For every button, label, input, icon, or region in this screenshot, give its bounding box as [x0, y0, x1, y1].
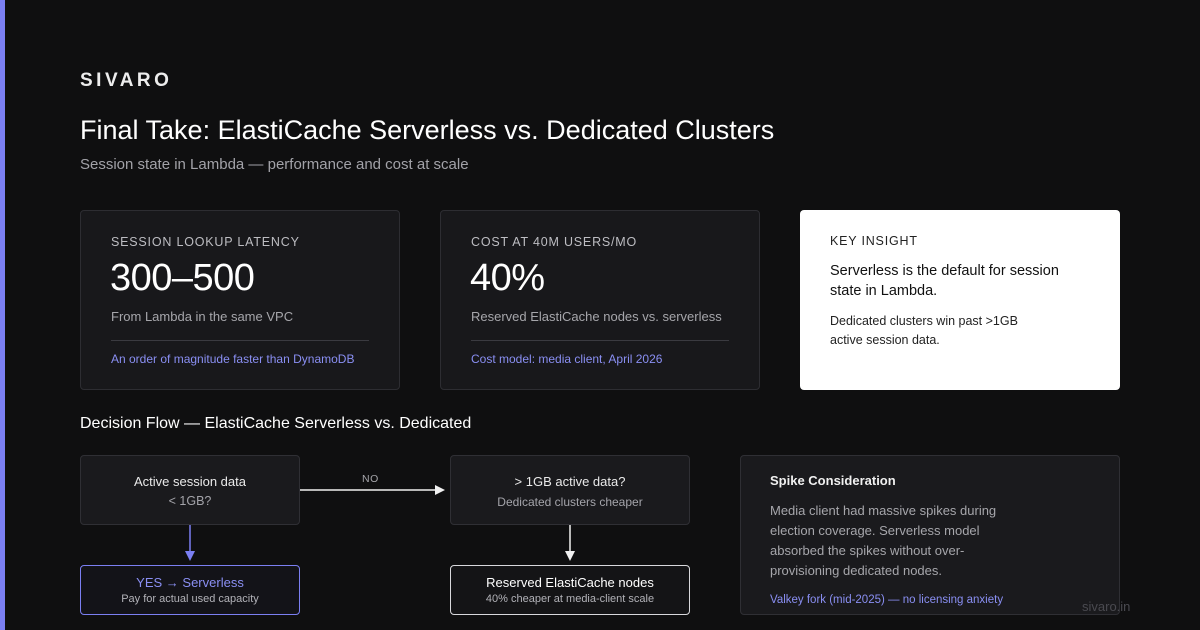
- flow-node-serverless-line1: YES → Serverless: [136, 575, 244, 590]
- insight-kicker: KEY INSIGHT: [830, 234, 918, 248]
- decision-flow-title: Decision Flow — ElastiCache Serverless v…: [80, 415, 472, 432]
- latency-card-divider: [111, 340, 369, 341]
- reserved-arrow: [565, 525, 575, 561]
- insight-body: Dedicated clusters win past >1GB active …: [830, 314, 1018, 347]
- cost-card-divider: [471, 340, 729, 341]
- spike-heading: Spike Consideration: [770, 473, 896, 488]
- flow-node-serverless-line2: Pay for actual used capacity: [121, 593, 259, 605]
- spike-footer: Valkey fork (mid-2025) — no licensing an…: [770, 594, 1004, 606]
- no-branch-label: NO: [362, 473, 379, 485]
- flow-node-over-1gb-line1: > 1GB active data?: [514, 474, 626, 489]
- flow-node-serverless: YES → Serverless Pay for actual used cap…: [80, 565, 300, 615]
- flow-node-start: Active session data < 1GB?: [80, 455, 300, 525]
- key-insight-card: KEY INSIGHT Serverless is the default fo…: [800, 210, 1120, 390]
- spike-body: Media client had massive spikes during e…: [770, 503, 997, 578]
- yes-arrow: [185, 525, 195, 561]
- cost-card-description: Reserved ElastiCache nodes vs. serverles…: [471, 309, 722, 324]
- latency-card-note: An order of magnitude faster than Dynamo…: [111, 352, 355, 366]
- flow-node-start-line2: < 1GB?: [168, 494, 212, 508]
- cost-card-kicker: COST AT 40M USERS/MO: [471, 235, 638, 249]
- flow-node-reserved-line2: 40% cheaper at media-client scale: [485, 593, 655, 605]
- flow-node-over-1gb: > 1GB active data? Dedicated clusters ch…: [450, 455, 690, 525]
- latency-card-kicker: SESSION LOOKUP LATENCY: [111, 235, 300, 249]
- latency-card: SESSION LOOKUP LATENCY 300–500 From Lamb…: [80, 210, 400, 390]
- page-subtitle: Session state in Lambda — performance an…: [80, 156, 469, 173]
- flow-node-reserved: Reserved ElastiCache nodes 40% cheaper a…: [450, 565, 690, 615]
- brand-logo: SIVARO: [80, 70, 173, 91]
- flow-node-start-line1: Active session data: [133, 474, 246, 489]
- cost-card: COST AT 40M USERS/MO 40% Reserved Elasti…: [440, 210, 760, 390]
- cost-card-note: Cost model: media client, April 2026: [471, 352, 663, 366]
- accent-bar: [0, 0, 5, 630]
- flow-node-reserved-line1: Reserved ElastiCache nodes: [486, 575, 654, 590]
- flow-node-over-1gb-line2: Dedicated clusters cheaper: [497, 495, 643, 509]
- cost-card-value: 40%: [470, 257, 545, 299]
- no-arrow: [300, 485, 445, 495]
- latency-card-value: 300–500: [110, 257, 255, 299]
- watermark: sivaro.in: [1082, 599, 1131, 614]
- spike-consideration-card: Spike Consideration Media client had mas…: [740, 455, 1120, 615]
- latency-card-description: From Lambda in the same VPC: [111, 309, 294, 324]
- page-title: Final Take: ElastiCache Serverless vs. D…: [80, 115, 775, 145]
- insight-headline: Serverless is the default for session st…: [830, 263, 1059, 299]
